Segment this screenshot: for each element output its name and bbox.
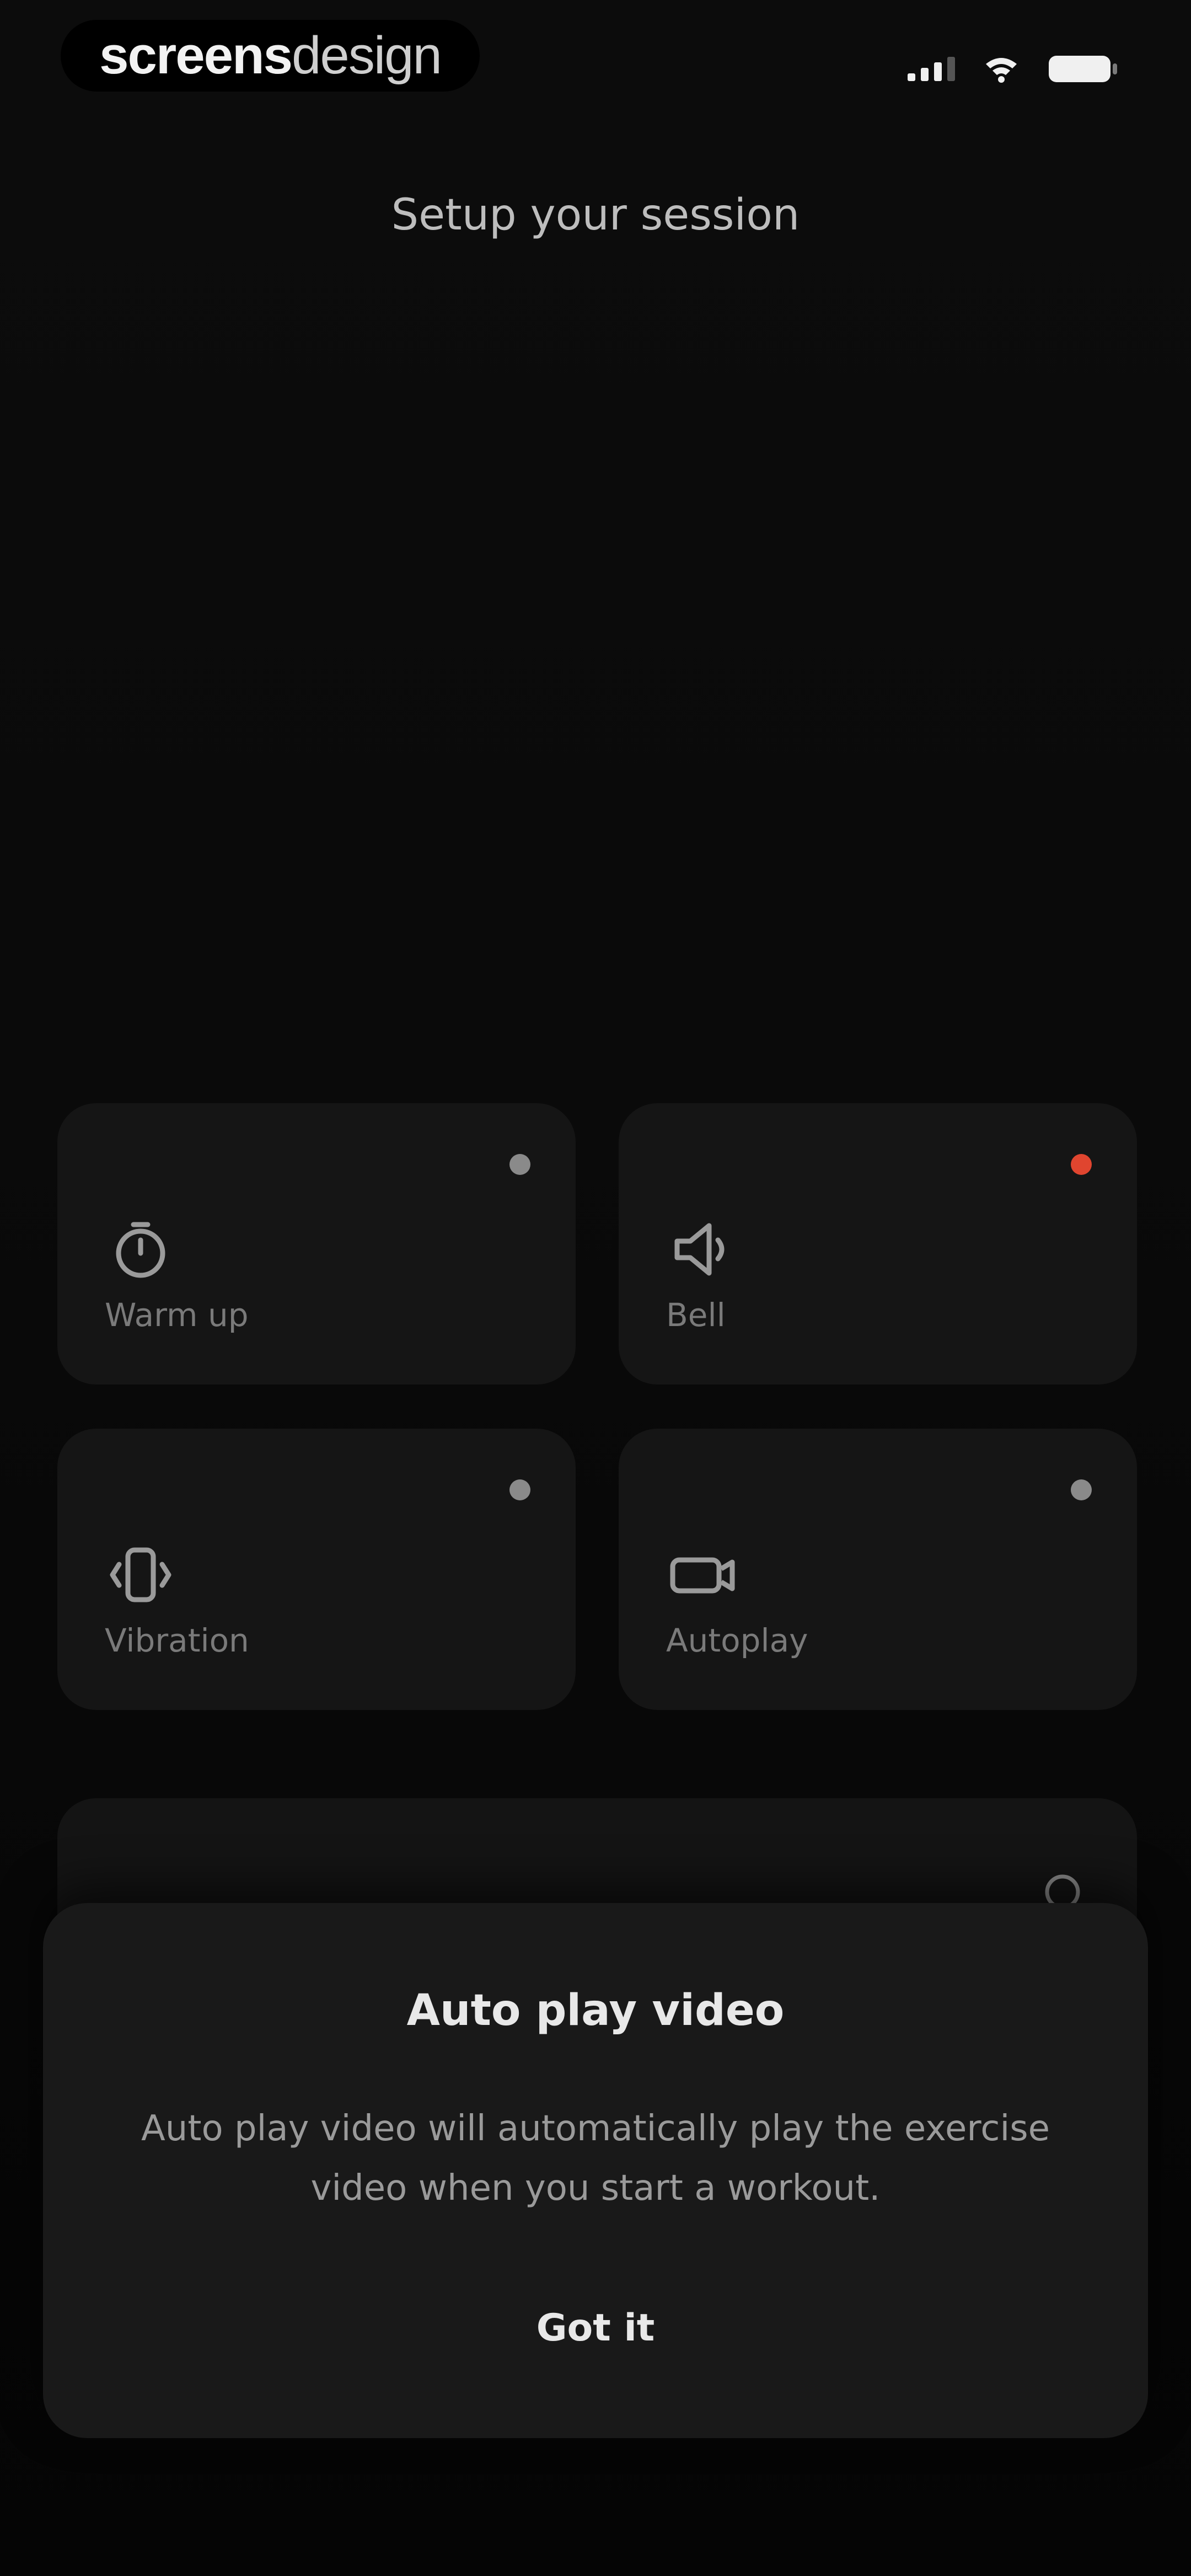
page-title: Setup your session bbox=[391, 190, 800, 240]
autoplay-info-sheet: Auto play video Auto play video will aut… bbox=[43, 1903, 1148, 2438]
vibration-icon bbox=[110, 1547, 171, 1602]
signal-icon bbox=[908, 57, 955, 81]
video-icon bbox=[670, 1557, 735, 1594]
battery-icon bbox=[1049, 56, 1117, 82]
tile-label: Warm up bbox=[105, 1296, 249, 1334]
sheet-message: Auto play video will automatically play … bbox=[141, 2108, 1050, 2209]
tile-warm-up[interactable]: Warm up bbox=[57, 1103, 576, 1385]
toggle-indicator bbox=[1071, 1154, 1092, 1175]
toggle-indicator bbox=[1071, 1479, 1092, 1500]
stopwatch-icon bbox=[116, 1222, 165, 1278]
tile-bell[interactable]: Bell bbox=[619, 1103, 1137, 1385]
wifi-icon bbox=[986, 58, 1017, 83]
tile-label: Autoplay bbox=[666, 1622, 808, 1659]
got-it-button[interactable]: Got it bbox=[458, 2289, 733, 2366]
tile-label: Vibration bbox=[105, 1622, 249, 1659]
app-screen: screensdesign Setup your session Warm up bbox=[0, 0, 1191, 2576]
brand-badge: screensdesign bbox=[61, 20, 480, 92]
sheet-title: Auto play video bbox=[406, 1986, 785, 2035]
status-bar-icons bbox=[908, 50, 1119, 88]
tile-label: Bell bbox=[666, 1296, 726, 1334]
tile-vibration[interactable]: Vibration bbox=[57, 1429, 576, 1710]
toggle-indicator bbox=[509, 1154, 530, 1175]
speaker-icon bbox=[674, 1223, 725, 1276]
brand-logo: screensdesign bbox=[99, 26, 442, 85]
toggle-indicator bbox=[509, 1479, 530, 1500]
tile-autoplay[interactable]: Autoplay bbox=[619, 1429, 1137, 1710]
